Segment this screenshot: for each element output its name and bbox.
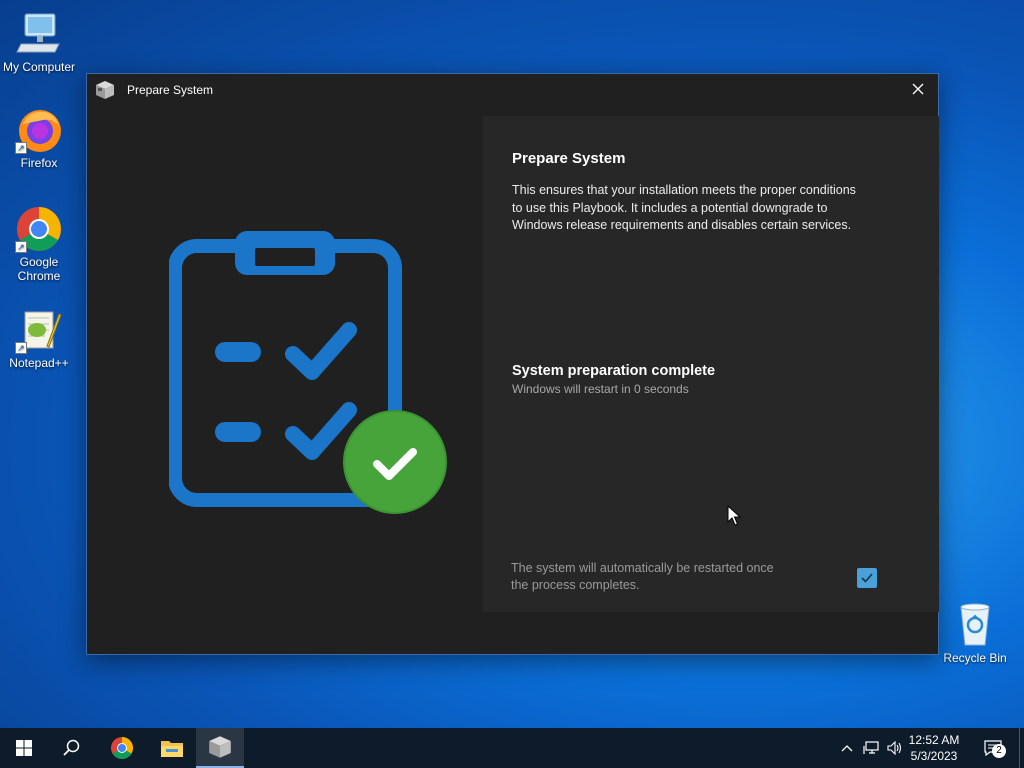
prepare-system-window: Prepare System Prepare System This ensur… [86,73,939,655]
computer-icon [15,10,63,58]
show-hidden-icons-button[interactable] [838,728,856,768]
mouse-cursor-icon [727,504,742,532]
search-button[interactable] [48,728,96,768]
desktop-icon-label: My Computer [2,60,76,74]
taskbar-chrome-button[interactable] [98,728,146,768]
volume-button[interactable] [884,728,906,768]
taskbar-file-explorer-button[interactable] [148,728,196,768]
notepadpp-icon: ↗ [15,306,63,354]
shortcut-arrow-icon: ↗ [15,241,27,253]
playbook-app-icon [95,80,115,100]
desktop-icon-firefox[interactable]: ↗ Firefox [0,106,79,170]
close-button[interactable] [898,74,938,104]
recycle-bin-icon [951,601,999,649]
desktop-icon-label: Notepad++ [9,356,69,370]
clock-date: 5/3/2023 [910,749,958,763]
taskbar-playbook-app-button[interactable] [196,728,244,768]
window-titlebar[interactable]: Prepare System [87,74,938,106]
desktop-icon-notepadpp[interactable]: ↗ Notepad++ [0,306,79,370]
clipboard-success-illustration [168,226,449,521]
taskbar-clock[interactable]: 12:52 AM 5/3/2023 [904,732,964,764]
desktop-icon-label: Firefox [20,156,58,170]
clock-time: 12:52 AM [908,733,960,747]
desktop-icon-my-computer[interactable]: My Computer [0,10,79,74]
show-desktop-button[interactable] [1019,728,1024,768]
desktop-icon-recycle-bin[interactable]: Recycle Bin [935,601,1015,665]
window-title: Prepare System [127,83,214,97]
shortcut-arrow-icon: ↗ [15,142,27,154]
taskbar: 12:52 AM 5/3/2023 2 [0,728,1024,768]
checkmark-icon [861,573,873,583]
start-icon [16,740,32,756]
panel-heading: Prepare System [512,150,626,167]
speaker-icon [887,741,902,755]
clipboard-check-icon [168,231,447,514]
start-button[interactable] [0,728,48,768]
close-icon [912,83,924,95]
playbook-app-icon [209,736,231,758]
chrome-icon: ↗ [15,205,63,253]
details-panel: Prepare System This ensures that your in… [483,116,939,612]
status-title: System preparation complete [512,363,716,379]
chevron-up-icon [841,745,853,752]
network-icon [863,741,879,754]
panel-description: This ensures that your installation meet… [512,183,856,232]
restart-note: The system will automatically be restart… [511,561,774,592]
desktop-icon-label: Google Chrome [17,255,61,283]
network-status-button[interactable] [860,728,882,768]
search-icon [63,739,80,756]
desktop-icon-label: Recycle Bin [943,651,1007,665]
firefox-icon: ↗ [15,106,63,154]
notification-count-badge: 2 [992,744,1006,758]
shortcut-arrow-icon: ↗ [15,342,27,354]
chrome-icon [111,737,133,759]
restart-checkbox[interactable] [857,568,877,588]
status-subtitle: Windows will restart in 0 seconds [512,382,689,396]
desktop-icon-chrome[interactable]: ↗ Google Chrome [0,205,79,283]
file-explorer-icon [161,741,183,757]
